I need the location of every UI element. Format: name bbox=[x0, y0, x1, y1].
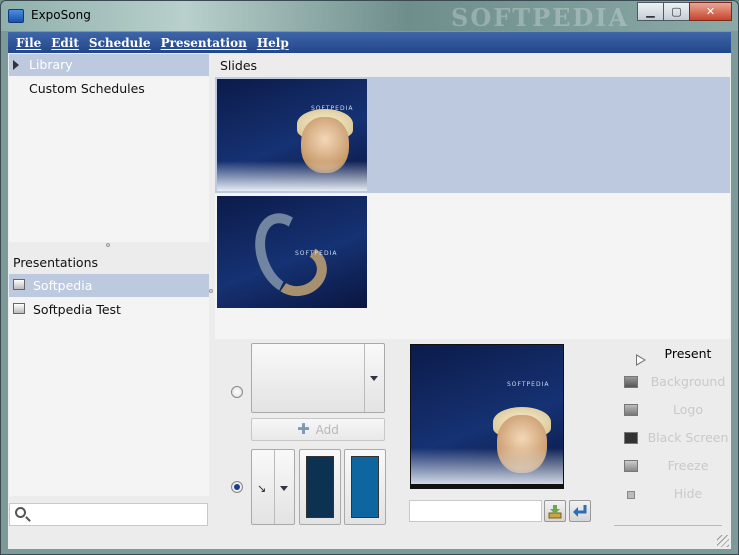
hide-label: Hide bbox=[673, 486, 703, 501]
tree-item-label: Custom Schedules bbox=[29, 81, 145, 96]
import-button[interactable] bbox=[544, 500, 566, 522]
search-input[interactable] bbox=[9, 503, 208, 526]
list-item[interactable]: Softpedia bbox=[9, 274, 209, 297]
preview-logo-text: SOFTPEDIA bbox=[507, 381, 550, 388]
play-icon bbox=[626, 342, 646, 366]
vertical-splitter-handle[interactable] bbox=[209, 289, 213, 293]
chevron-down-icon[interactable] bbox=[364, 344, 384, 412]
presentation-label: Softpedia Test bbox=[33, 302, 121, 317]
background-image-combo[interactable] bbox=[251, 343, 385, 413]
stop-icon bbox=[627, 491, 635, 499]
color-swatch-2 bbox=[351, 456, 379, 518]
tree-item-custom-schedules[interactable]: Custom Schedules bbox=[9, 78, 209, 100]
window-controls: ▁ ▢ ✕ bbox=[637, 2, 732, 21]
preview-text-input[interactable] bbox=[409, 500, 542, 522]
horizontal-splitter-handle[interactable] bbox=[106, 243, 110, 247]
menu-help[interactable]: Help bbox=[257, 36, 289, 50]
black-monitor-icon bbox=[624, 432, 638, 444]
menu-edit[interactable]: Edit bbox=[51, 36, 79, 50]
slide-row[interactable]: SOFTPEDIA bbox=[215, 194, 730, 310]
background-label: Background bbox=[650, 374, 726, 389]
menu-bar: File Edit Schedule Presentation Help bbox=[8, 32, 731, 53]
menu-schedule[interactable]: Schedule bbox=[89, 36, 151, 50]
list-item[interactable]: Softpedia Test bbox=[9, 298, 209, 321]
thumb-logo-text: SOFTPEDIA bbox=[295, 250, 338, 257]
app-window: SOFTPEDIA ExpoSong ▁ ▢ ✕ File Edit Sched… bbox=[0, 0, 739, 555]
add-button-label: Add bbox=[315, 423, 339, 437]
background-button[interactable]: Background bbox=[621, 369, 731, 395]
tree-item-label: Library bbox=[29, 57, 73, 72]
logo-monitor-icon bbox=[624, 404, 638, 416]
monitor-icon bbox=[624, 376, 638, 388]
app-icon bbox=[8, 9, 24, 23]
present-button[interactable]: Present bbox=[621, 341, 731, 367]
logo-button[interactable]: Logo bbox=[621, 397, 731, 423]
gradient-direction-combo[interactable]: ↘ bbox=[251, 449, 295, 525]
slides-header: Slides bbox=[220, 58, 258, 73]
title-bar[interactable]: SOFTPEDIA ExpoSong ▁ ▢ ✕ bbox=[1, 1, 738, 32]
black-screen-label: Black Screen bbox=[647, 430, 729, 445]
presentations-header: Presentations bbox=[9, 252, 209, 274]
chevron-down-icon[interactable] bbox=[280, 486, 288, 491]
preview-bar bbox=[411, 484, 563, 488]
presentations-list: Softpedia Softpedia Test bbox=[9, 274, 209, 496]
color-swatch-1 bbox=[306, 456, 334, 518]
live-preview: SOFTPEDIA bbox=[410, 344, 564, 489]
minimize-button[interactable]: ▁ bbox=[637, 2, 664, 21]
search-icon bbox=[15, 507, 26, 518]
present-label: Present bbox=[664, 346, 712, 361]
background-color-radio[interactable] bbox=[231, 481, 243, 493]
maximize-button[interactable]: ▢ bbox=[663, 2, 690, 21]
expand-arrow-icon[interactable] bbox=[13, 60, 19, 70]
logo-label: Logo bbox=[673, 402, 703, 417]
freeze-monitor-icon bbox=[624, 460, 638, 472]
presentation-icon bbox=[13, 279, 25, 290]
library-tree: Library Custom Schedules bbox=[9, 54, 209, 242]
freeze-label: Freeze bbox=[667, 458, 709, 473]
freeze-button[interactable]: Freeze bbox=[621, 453, 731, 479]
hide-button[interactable]: Hide bbox=[621, 481, 731, 507]
background-image-radio[interactable] bbox=[231, 386, 243, 398]
apply-button[interactable] bbox=[569, 500, 591, 522]
plus-icon: ✚ bbox=[297, 420, 310, 438]
window-title: ExpoSong bbox=[31, 8, 91, 22]
photo-glow bbox=[217, 161, 367, 191]
combo-separator bbox=[274, 450, 275, 524]
slide-row[interactable]: SOFTPEDIA bbox=[215, 77, 730, 193]
black-screen-button[interactable]: Black Screen bbox=[621, 425, 731, 451]
slides-list: SOFTPEDIA SOFTPEDIA bbox=[215, 77, 730, 339]
color-button-2[interactable] bbox=[344, 449, 386, 525]
gradient-arrow-icon: ↘ bbox=[257, 482, 267, 495]
presentation-icon bbox=[13, 303, 25, 314]
menu-file[interactable]: File bbox=[16, 36, 41, 50]
enter-arrow-icon bbox=[573, 505, 587, 517]
close-button[interactable]: ✕ bbox=[689, 2, 732, 21]
import-icon bbox=[548, 505, 562, 519]
tree-item-library[interactable]: Library bbox=[9, 54, 209, 76]
add-button[interactable]: ✚ Add bbox=[251, 418, 385, 441]
divider bbox=[614, 525, 722, 526]
presentation-label: Softpedia bbox=[33, 278, 93, 293]
photo-glow bbox=[411, 448, 563, 488]
menu-presentation[interactable]: Presentation bbox=[161, 36, 247, 50]
watermark: SOFTPEDIA bbox=[451, 3, 630, 32]
slide-thumbnail[interactable]: SOFTPEDIA bbox=[217, 196, 367, 308]
color-button-1[interactable] bbox=[299, 449, 341, 525]
client-area: Library Custom Schedules Presentations S… bbox=[8, 53, 731, 549]
resize-grip-icon[interactable] bbox=[717, 535, 729, 547]
slide-thumbnail[interactable]: SOFTPEDIA bbox=[217, 79, 367, 191]
